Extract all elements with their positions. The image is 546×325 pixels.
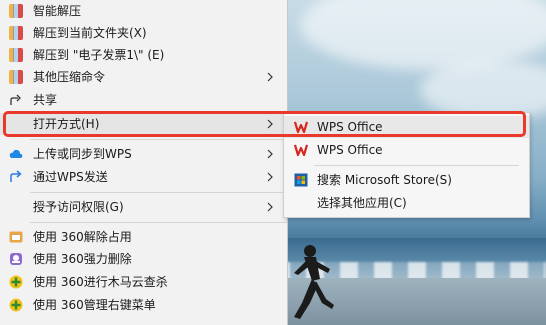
menu-item-extract-to-folder[interactable]: 解压到 "电子发票1\" (E) <box>0 44 286 66</box>
menu-item-label: 使用 360解除占用 <box>33 230 132 244</box>
wps-icon <box>294 144 308 157</box>
chevron-right-icon <box>267 172 273 182</box>
chevron-right-icon <box>267 72 273 82</box>
chevron-right-icon <box>267 119 273 129</box>
submenu-item-choose-other-app[interactable]: 选择其他应用(C) <box>284 192 529 214</box>
menu-item-360-unlock[interactable]: 使用 360解除占用 <box>0 226 286 248</box>
menu-item-other-compress[interactable]: 其他压缩命令 <box>0 66 286 88</box>
menu-item-grant-access[interactable]: 授予访问权限(G) <box>0 196 286 218</box>
context-menu: 智能解压 解压到当前文件夹(X) 解压到 "电子发票1\" (E) 其他压缩命令… <box>0 0 288 325</box>
submenu-item-search-store[interactable]: 搜索 Microsoft Store(S) <box>284 169 529 191</box>
menu-item-360-scan[interactable]: 使用 360进行木马云查杀 <box>0 271 286 293</box>
cloud-icon <box>9 149 23 158</box>
menu-item-360-delete[interactable]: 使用 360强力删除 <box>0 248 286 270</box>
360-menu-icon <box>9 298 23 312</box>
menu-item-label: 使用 360进行木马云查杀 <box>33 275 168 289</box>
archive-icon <box>9 48 23 62</box>
submenu-item-wps-office[interactable]: WPS Office <box>284 116 529 138</box>
wps-icon <box>294 121 308 134</box>
360-unlock-icon <box>9 231 23 243</box>
chevron-right-icon <box>267 149 273 159</box>
menu-item-label: 使用 360强力删除 <box>33 252 132 266</box>
menu-item-label: 上传或同步到WPS <box>33 147 132 161</box>
menu-item-share[interactable]: 共享 <box>0 89 286 111</box>
submenu-divider <box>314 165 519 166</box>
archive-icon <box>9 70 23 84</box>
menu-item-label: 其他压缩命令 <box>33 70 106 84</box>
submenu-item-label: WPS Office <box>317 120 383 134</box>
menu-item-upload-wps[interactable]: 上传或同步到WPS <box>0 143 286 165</box>
menu-item-label: 共享 <box>33 93 58 107</box>
menu-divider <box>30 139 287 140</box>
chevron-right-icon <box>267 202 273 212</box>
submenu-item-label: WPS Office <box>317 143 383 157</box>
store-icon <box>294 173 308 187</box>
menu-divider <box>30 192 287 193</box>
menu-item-label: 智能解压 <box>33 4 82 18</box>
menu-item-360-menu-manager[interactable]: 使用 360管理右键菜单 <box>0 294 286 316</box>
menu-divider <box>30 111 287 112</box>
cloud <box>420 60 546 120</box>
menu-item-open-with[interactable]: 打开方式(H) <box>0 113 286 135</box>
send-icon <box>10 170 22 182</box>
cloud <box>300 0 546 70</box>
share-icon <box>10 94 21 105</box>
menu-item-smart-extract[interactable]: 智能解压 <box>0 0 286 22</box>
submenu-item-wps-office-2[interactable]: WPS Office <box>284 139 529 161</box>
archive-icon <box>9 26 23 40</box>
menu-item-label: 解压到当前文件夹(X) <box>33 26 147 40</box>
menu-divider <box>30 222 287 223</box>
submenu-item-label: 选择其他应用(C) <box>317 196 407 210</box>
menu-item-extract-here[interactable]: 解压到当前文件夹(X) <box>0 22 286 44</box>
open-with-submenu: WPS Office WPS Office 搜索 Microsoft Store… <box>283 112 530 218</box>
menu-item-label: 打开方式(H) <box>33 117 100 131</box>
360-delete-icon <box>10 253 22 265</box>
menu-item-send-via-wps[interactable]: 通过WPS发送 <box>0 166 286 188</box>
360-scan-icon <box>9 275 23 289</box>
archive-icon <box>9 4 23 18</box>
menu-item-label: 使用 360管理右键菜单 <box>33 298 156 312</box>
menu-item-label: 通过WPS发送 <box>33 170 108 184</box>
menu-item-label: 解压到 "电子发票1\" (E) <box>33 48 165 62</box>
submenu-item-label: 搜索 Microsoft Store(S) <box>317 173 452 187</box>
runner-silhouette <box>294 245 334 319</box>
menu-item-label: 授予访问权限(G) <box>33 200 124 214</box>
